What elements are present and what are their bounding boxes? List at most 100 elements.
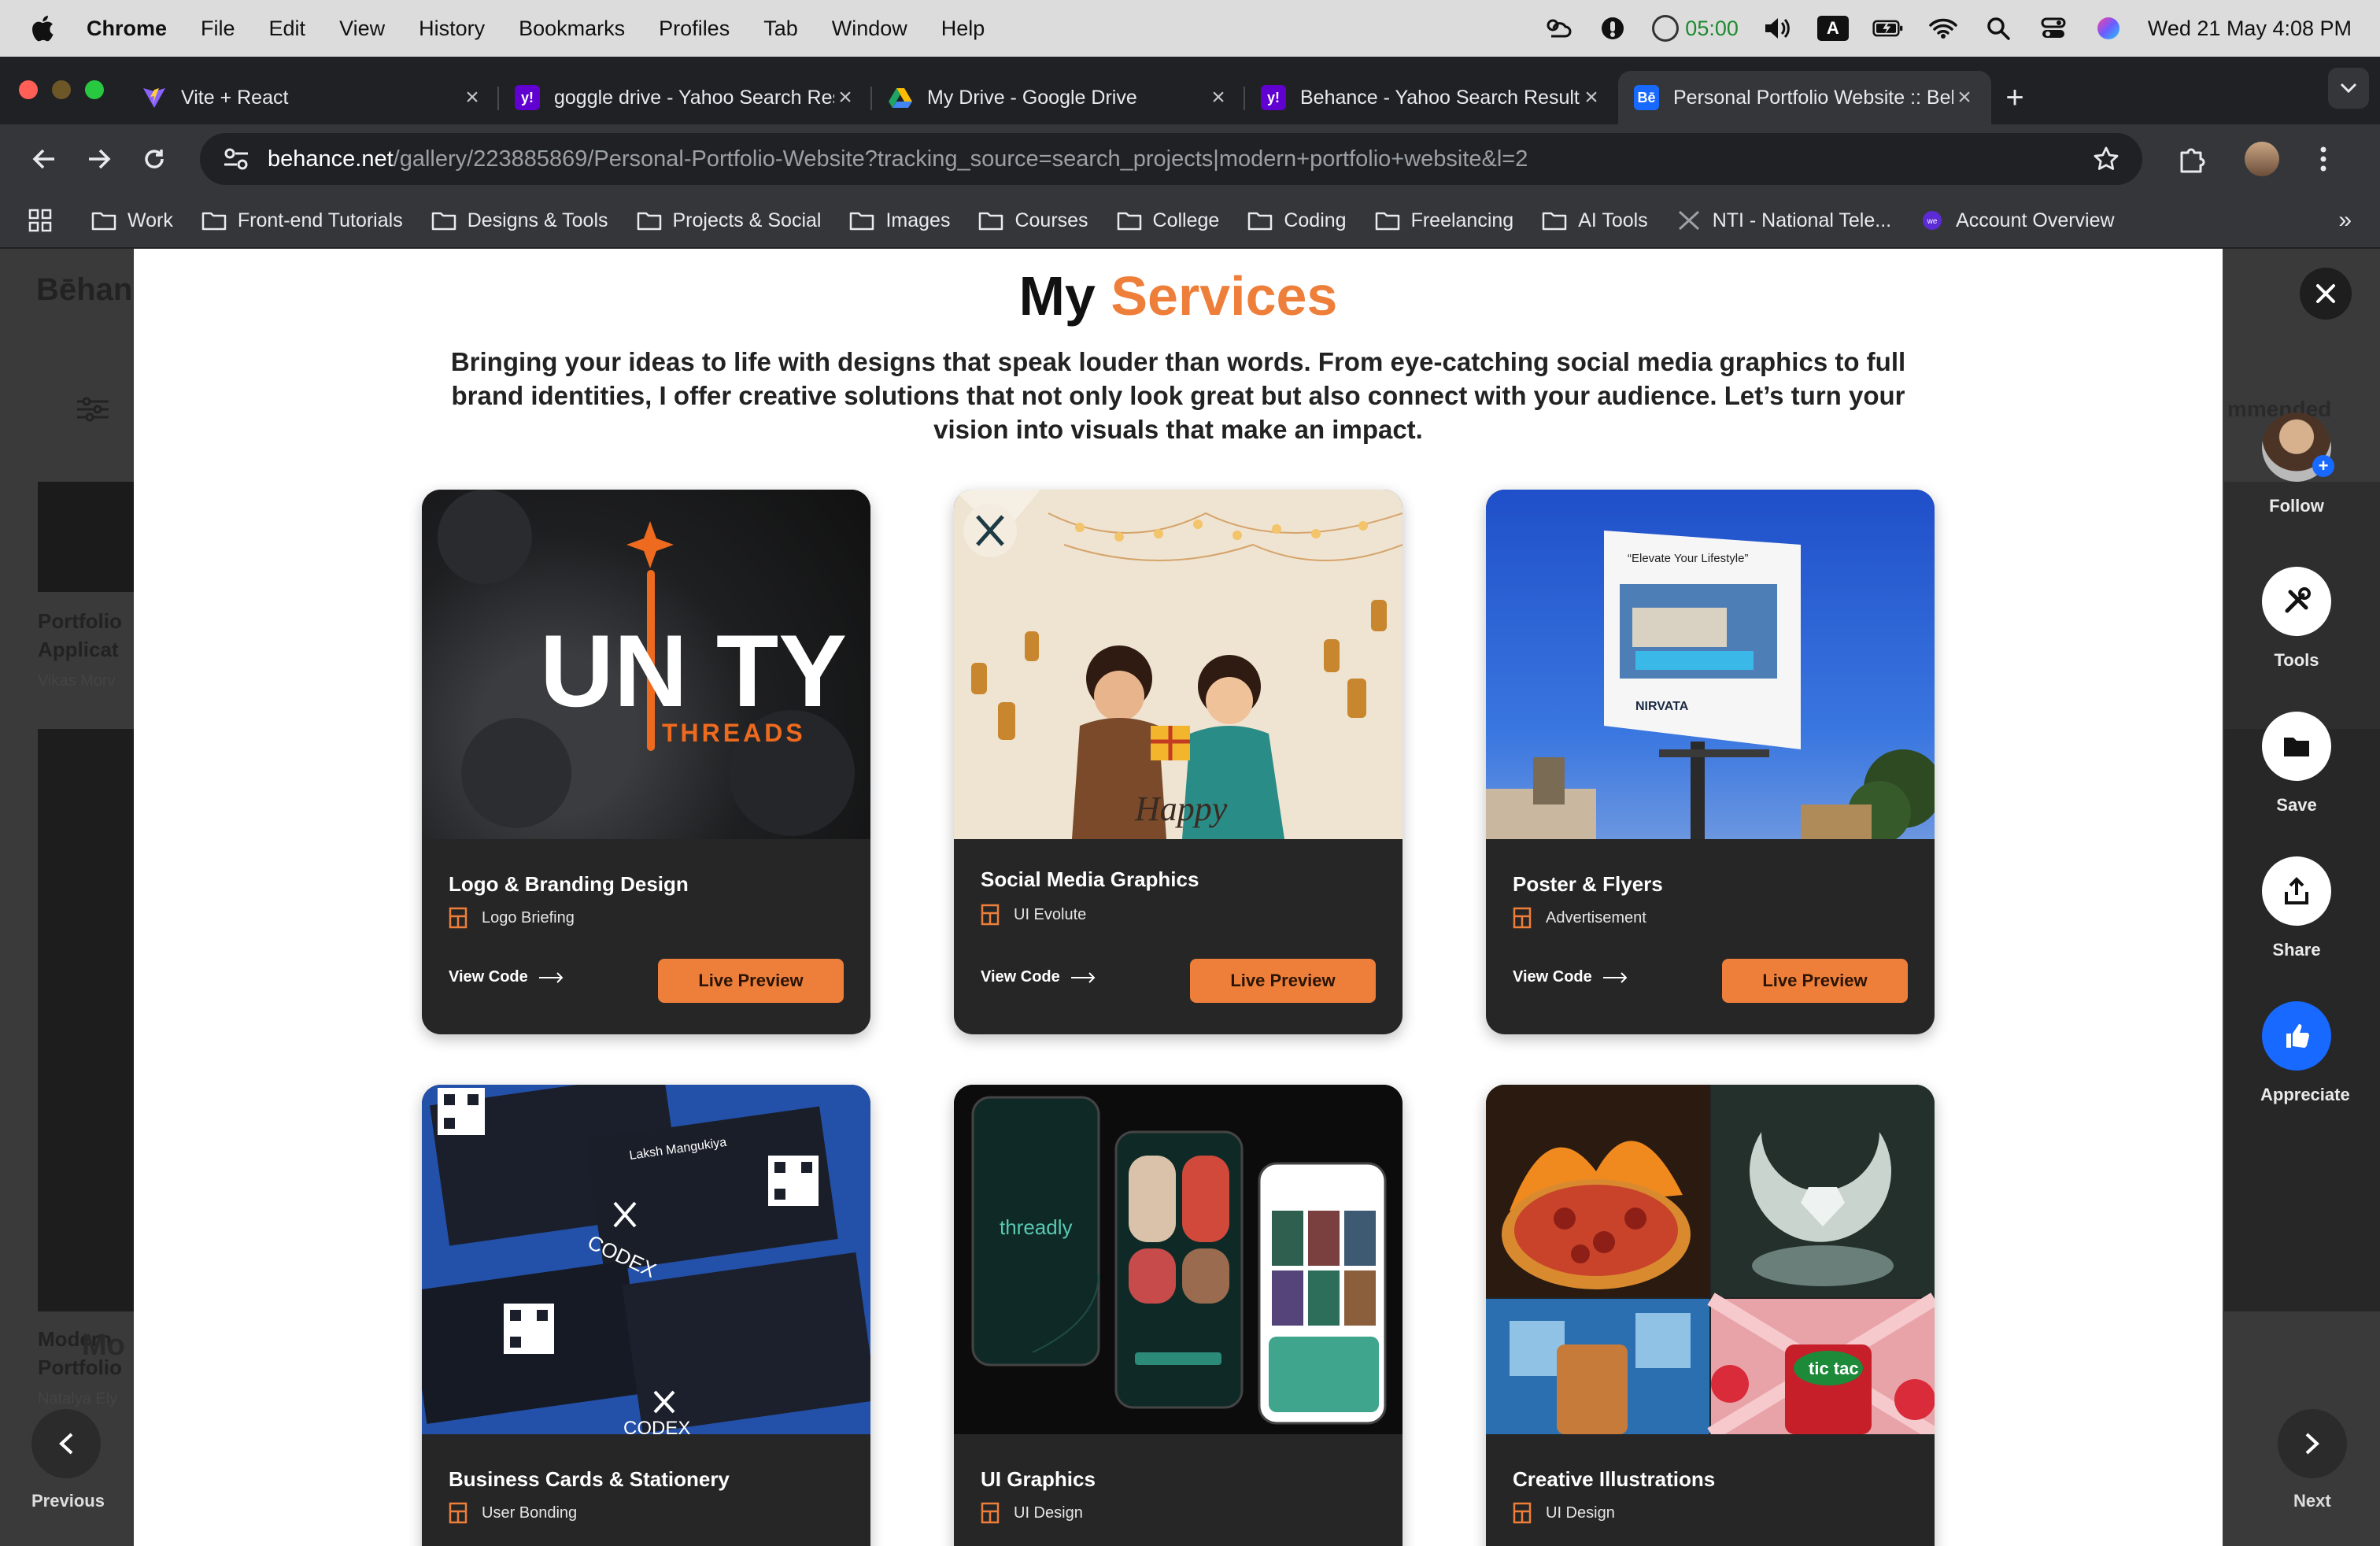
address-bar[interactable]: behance.net/gallery/223885869/Personal-P… [200, 133, 2142, 185]
live-preview-button[interactable]: Live Preview [658, 959, 844, 1003]
service-card-image: tic tac [1486, 1085, 1935, 1434]
menu-help[interactable]: Help [941, 17, 985, 41]
services-description: Bringing your ideas to life with designs… [450, 347, 1906, 444]
menu-edit[interactable]: Edit [269, 17, 306, 41]
more-menu-icon[interactable] [2315, 146, 2331, 172]
profile-avatar[interactable] [2245, 142, 2279, 176]
reload-button[interactable] [129, 134, 179, 184]
bookmark-images[interactable]: Images [849, 209, 950, 232]
close-tab-icon[interactable]: × [1953, 84, 1975, 111]
tools-action[interactable]: Tools [2260, 567, 2333, 671]
save-button[interactable] [2262, 712, 2331, 781]
minimize-window-button[interactable] [52, 80, 71, 99]
bookmark-designs-tools[interactable]: Designs & Tools [431, 209, 608, 232]
volume-icon[interactable] [1762, 13, 1794, 44]
spotlight-search-icon[interactable] [1983, 13, 2014, 44]
tab-behance-portfolio[interactable]: Bē Personal Portfolio Website :: Behance… [1618, 71, 1991, 124]
service-card-image: CODEX Laksh Mangukiya CODEX [422, 1085, 870, 1434]
background-card-title: Applicat [38, 638, 119, 661]
bookmark-front-end-tutorials[interactable]: Front-end Tutorials [201, 209, 403, 232]
tab-title: goggle drive - Yahoo Search Res [554, 86, 834, 109]
bookmark-college[interactable]: College [1117, 209, 1220, 232]
menu-view[interactable]: View [339, 17, 385, 41]
menu-app-name[interactable]: Chrome [87, 17, 167, 41]
bookmark-label: Account Overview [1956, 209, 2115, 231]
timer-value: 05:00 [1685, 16, 1739, 40]
bookmark-work[interactable]: Work [91, 209, 173, 232]
bookmark-nti[interactable]: NTI - National Tele... [1676, 209, 1891, 232]
owner-avatar[interactable]: + [2262, 412, 2334, 482]
live-preview-button[interactable]: Live Preview [1190, 959, 1376, 1003]
previous-label: Previous [31, 1491, 105, 1511]
tab-vite-react[interactable]: Vite + React × [126, 71, 499, 124]
menu-clock[interactable]: Wed 21 May 4:08 PM [2148, 17, 2352, 41]
tools-button[interactable] [2262, 567, 2331, 636]
view-code-link[interactable]: View Code [1513, 968, 1628, 986]
tab-yahoo-goggle-drive[interactable]: y! goggle drive - Yahoo Search Res × [499, 71, 872, 124]
extensions-icon[interactable] [2174, 145, 2208, 173]
menu-bookmarks[interactable]: Bookmarks [519, 17, 625, 41]
menu-profiles[interactable]: Profiles [659, 17, 730, 41]
appreciate-action[interactable]: Appreciate [2260, 1001, 2350, 1105]
apps-grid-icon[interactable] [28, 209, 52, 232]
follow-action[interactable]: + Follow [2260, 412, 2334, 516]
close-tab-icon[interactable]: × [1580, 84, 1602, 111]
bookmark-projects-social[interactable]: Projects & Social [637, 209, 821, 232]
next-project-button[interactable] [2278, 1409, 2347, 1478]
control-center-icon[interactable] [2038, 13, 2069, 44]
yahoo-icon: y! [1261, 85, 1286, 110]
wifi-icon[interactable] [1927, 13, 1959, 44]
save-action[interactable]: Save [2260, 712, 2333, 816]
share-button[interactable] [2262, 856, 2331, 926]
bookmark-account-overview[interactable]: we Account Overview [1920, 209, 2115, 232]
new-tab-button[interactable]: + [1991, 71, 2038, 124]
bookmark-coding[interactable]: Coding [1247, 209, 1347, 232]
menu-history[interactable]: History [419, 17, 485, 41]
view-code-link[interactable]: View Code [449, 968, 564, 986]
bookmark-star-icon[interactable] [2090, 146, 2122, 172]
bookmark-freelancing[interactable]: Freelancing [1375, 209, 1514, 232]
bookmark-ai-tools[interactable]: AI Tools [1542, 209, 1648, 232]
share-label: Share [2272, 940, 2321, 960]
weather-icon[interactable] [1542, 13, 1573, 44]
apple-icon[interactable] [28, 13, 55, 43]
next-label: Next [2293, 1491, 2331, 1511]
service-card-poster-flyers: “Elevate Your Lifestyle” NIRVATA Poster … [1486, 490, 1935, 1034]
folder-icon [979, 212, 1003, 231]
menu-file[interactable]: File [201, 17, 235, 41]
focus-icon[interactable] [1597, 13, 1628, 44]
bookmark-courses[interactable]: Courses [978, 209, 1088, 232]
site-settings-icon[interactable] [220, 147, 252, 171]
close-window-button[interactable] [19, 80, 38, 99]
menu-window[interactable]: Window [832, 17, 907, 41]
siri-icon[interactable] [2093, 13, 2124, 44]
close-modal-button[interactable] [2300, 268, 2352, 320]
bookmark-label: College [1152, 209, 1220, 231]
tab-search-button[interactable] [2328, 68, 2369, 109]
tab-yahoo-behance[interactable]: y! Behance - Yahoo Search Results × [1245, 71, 1618, 124]
background-project-card [38, 729, 134, 1311]
appreciate-button[interactable] [2262, 1001, 2331, 1071]
live-preview-button[interactable]: Live Preview [1722, 959, 1908, 1003]
zoom-window-button[interactable] [85, 80, 104, 99]
codex-wordmark: CODEX [623, 1418, 690, 1434]
timer-widget[interactable]: 05:00 [1652, 15, 1739, 42]
document-icon [981, 1502, 1000, 1524]
service-card-tag: Advertisement [1513, 907, 1646, 929]
back-button[interactable] [19, 134, 69, 184]
forward-button[interactable] [74, 134, 124, 184]
view-code-link[interactable]: View Code [981, 968, 1096, 986]
timer-ring-icon [1652, 15, 1680, 42]
battery-icon[interactable] [1872, 13, 1904, 44]
input-source-indicator[interactable]: A [1816, 16, 1849, 41]
close-tab-icon[interactable]: × [834, 84, 856, 111]
close-tab-icon[interactable]: × [1207, 84, 1229, 111]
previous-project-button[interactable] [31, 1409, 101, 1478]
more-bookmarks-icon[interactable]: » [2338, 207, 2352, 234]
share-action[interactable]: Share [2260, 856, 2333, 960]
tab-google-drive[interactable]: My Drive - Google Drive × [872, 71, 1245, 124]
menu-tab[interactable]: Tab [763, 17, 798, 41]
bookmark-label: Freelancing [1410, 209, 1514, 231]
close-tab-icon[interactable]: × [461, 84, 483, 111]
follow-label: Follow [2269, 496, 2324, 516]
